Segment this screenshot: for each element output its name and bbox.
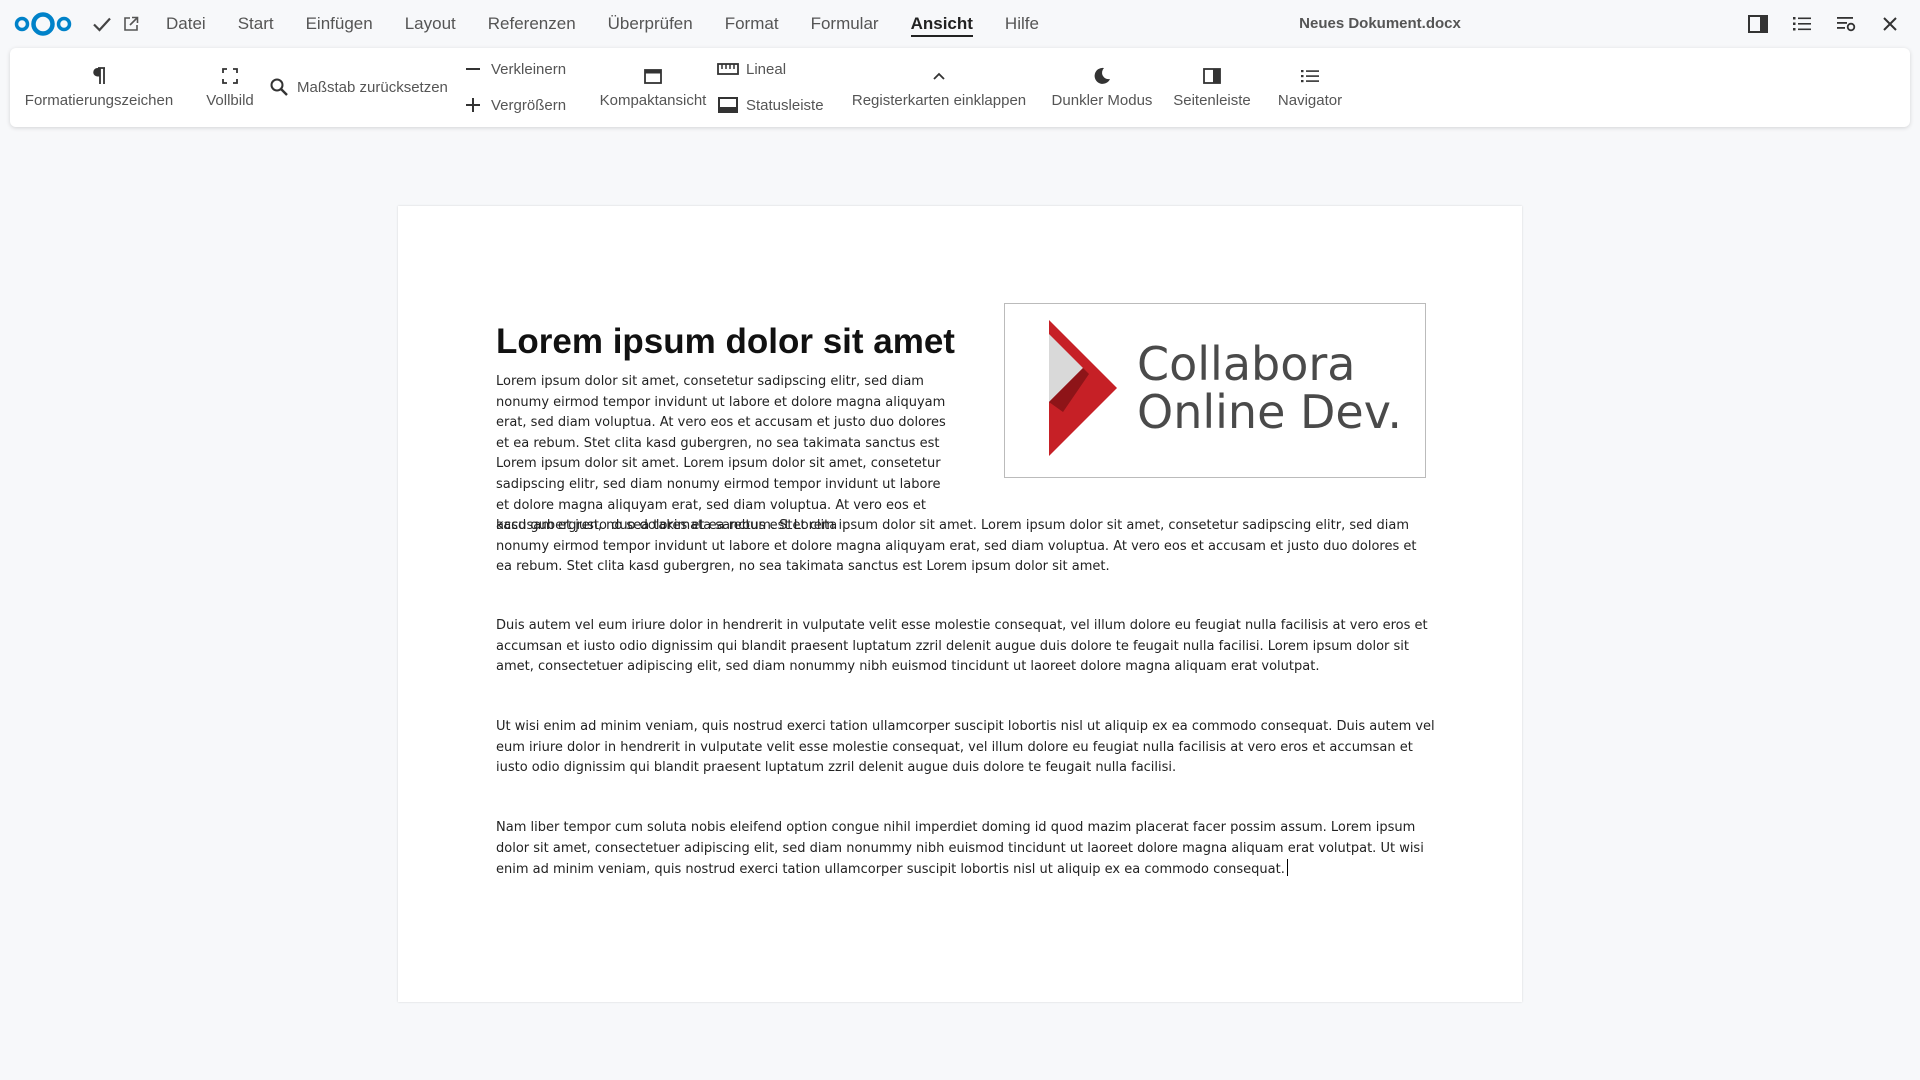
statusbar-icon [718, 97, 738, 113]
list-view-button[interactable] [1780, 2, 1824, 46]
paragraph-1-continued[interactable]: kasd gubergren, no sea takimata sanctus … [496, 516, 1436, 578]
minus-icon [466, 68, 480, 70]
paragraph-4[interactable]: Nam liber tempor cum soluta nobis eleife… [496, 818, 1436, 881]
reset-zoom-label: Maßstab zurücksetzen [297, 78, 448, 96]
zoom-in-button[interactable]: Vergrößern [462, 93, 566, 117]
dark-mode-label: Dunkler Modus [1051, 92, 1153, 109]
zoom-out-label: Verkleinern [491, 60, 567, 78]
open-external-icon[interactable] [122, 15, 140, 33]
details-button[interactable] [1824, 2, 1868, 46]
paragraph-4-text: Nam liber tempor cum soluta nobis eleife… [496, 820, 1424, 878]
zoom-in-label: Vergrößern [491, 96, 567, 114]
statusbar-label: Statusleiste [746, 96, 824, 114]
menu-ueberpruefen[interactable]: Überprüfen [592, 0, 709, 48]
dark-mode-button[interactable]: Dunkler Modus [1040, 48, 1164, 127]
plus-icon [466, 98, 480, 112]
collapse-tabs-label: Registerkarten einklappen [851, 92, 1027, 109]
sidebar-label: Seitenleiste [1173, 92, 1251, 109]
collabora-diamond-icon [1049, 320, 1117, 456]
top-bar: Datei Start Einfügen Layout Referenzen Ü… [0, 0, 1920, 48]
paragraph-2[interactable]: Duis autem vel eum iriure dolor in hendr… [496, 616, 1436, 678]
compact-view-icon [644, 69, 662, 84]
menu-formular[interactable]: Formular [795, 0, 895, 48]
moon-icon [1094, 67, 1110, 84]
collabora-logo-line2: Online Dev. [1137, 385, 1402, 439]
zoom-search-icon [270, 78, 288, 96]
view-toolbar: Formatierungszeichen Vollbild Maßstab zu… [10, 48, 1910, 127]
zoom-out-button[interactable]: Verkleinern [462, 57, 566, 81]
reset-zoom-button[interactable]: Maßstab zurücksetzen [268, 75, 448, 99]
chevron-up-icon [933, 72, 945, 80]
compact-view-label: Kompaktansicht [599, 92, 707, 109]
document-heading[interactable]: Lorem ipsum dolor sit amet [496, 322, 955, 362]
ruler-button[interactable]: Lineal [717, 57, 786, 81]
paragraph-1-wrapped[interactable]: Lorem ipsum dolor sit amet, consetetur s… [496, 372, 956, 537]
pilcrow-icon [93, 67, 105, 84]
navigator-list-icon [1301, 70, 1319, 83]
document-page[interactable]: Lorem ipsum dolor sit amet Lorem ipsum d… [398, 206, 1522, 1002]
menu-layout[interactable]: Layout [389, 0, 472, 48]
check-icon[interactable] [90, 12, 114, 36]
collabora-logo-image[interactable]: Collabora Online Dev. [1004, 303, 1426, 478]
menu-hilfe[interactable]: Hilfe [989, 0, 1055, 48]
close-button[interactable] [1868, 2, 1912, 46]
sidebar-panel-icon [1203, 68, 1221, 84]
menu-format[interactable]: Format [709, 0, 795, 48]
menu-referenzen[interactable]: Referenzen [472, 0, 592, 48]
sidebar-toggle-button[interactable] [1736, 2, 1780, 46]
formatting-marks-button[interactable]: Formatierungszeichen [24, 48, 174, 127]
paragraph-3[interactable]: Ut wisi enim ad minim veniam, quis nostr… [496, 717, 1436, 779]
formatting-marks-label: Formatierungszeichen [24, 92, 174, 109]
menu-start[interactable]: Start [222, 0, 290, 48]
close-icon [1883, 17, 1897, 31]
document-title[interactable]: Neues Dokument.docx [1220, 0, 1540, 48]
ruler-icon [717, 63, 739, 75]
details-settings-icon [1837, 17, 1856, 32]
statusbar-button[interactable]: Statusleiste [717, 93, 824, 117]
nextcloud-logo-icon[interactable] [14, 11, 72, 37]
navigator-label: Navigator [1277, 92, 1343, 109]
fullscreen-label: Vollbild [206, 92, 254, 109]
navigator-button[interactable]: Navigator [1260, 48, 1360, 127]
fullscreen-icon [222, 68, 238, 84]
ruler-label: Lineal [746, 60, 787, 78]
sidebar-icon [1748, 15, 1768, 33]
list-icon [1793, 17, 1811, 31]
sidebar-button[interactable]: Seitenleiste [1162, 48, 1262, 127]
fullscreen-button[interactable]: Vollbild [190, 48, 270, 127]
menu-bar: Datei Start Einfügen Layout Referenzen Ü… [150, 0, 1055, 48]
menu-ansicht[interactable]: Ansicht [895, 0, 989, 48]
menu-datei[interactable]: Datei [150, 0, 222, 48]
compact-view-button[interactable]: Kompaktansicht [588, 48, 718, 127]
collabora-logo-text: Collabora Online Dev. [1137, 340, 1402, 436]
text-cursor [1286, 859, 1289, 877]
collabora-logo-line1: Collabora [1137, 337, 1356, 391]
collapse-tabs-button[interactable]: Registerkarten einklappen [846, 48, 1032, 127]
menu-einfuegen[interactable]: Einfügen [290, 0, 389, 48]
window-controls [1736, 0, 1920, 48]
